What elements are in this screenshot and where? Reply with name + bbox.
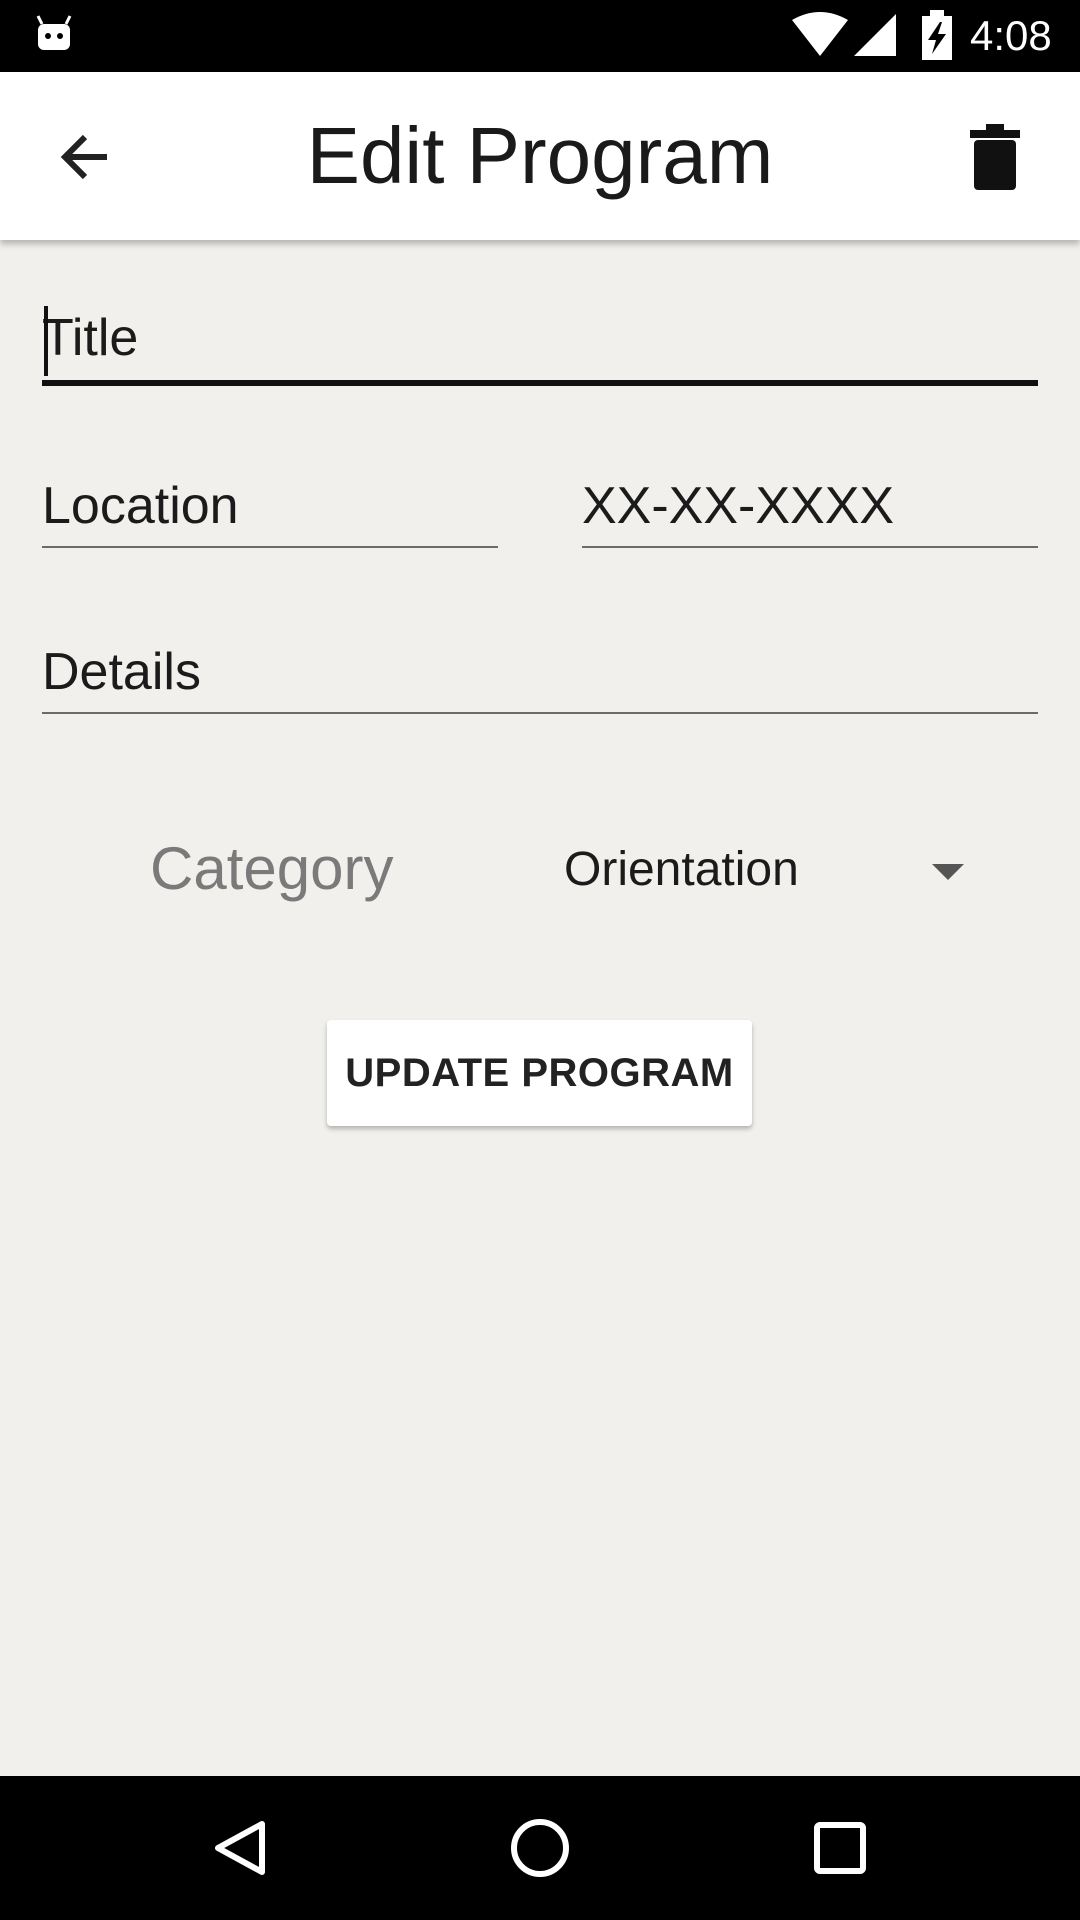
date-underline bbox=[582, 546, 1038, 548]
system-nav-bar bbox=[0, 1776, 1080, 1920]
location-underline bbox=[42, 546, 498, 548]
category-selected-value: Orientation bbox=[564, 843, 799, 896]
android-notification-icon bbox=[36, 15, 72, 50]
app-bar: Edit Program bbox=[0, 72, 1080, 240]
title-underline bbox=[42, 380, 1038, 386]
text-caret bbox=[44, 306, 48, 376]
status-bar: 4:08 bbox=[0, 0, 1080, 72]
status-clock: 4:08 bbox=[970, 12, 1052, 59]
nav-home-button[interactable] bbox=[500, 1808, 580, 1888]
title-field[interactable] bbox=[42, 298, 1038, 386]
date-field[interactable] bbox=[582, 466, 1038, 548]
recents-square-icon bbox=[814, 1822, 866, 1874]
category-dropdown[interactable]: Orientation bbox=[560, 830, 980, 910]
signal-icon bbox=[854, 14, 896, 56]
dropdown-arrow-icon bbox=[932, 864, 964, 880]
location-field[interactable] bbox=[42, 466, 498, 548]
back-triangle-icon bbox=[215, 1821, 265, 1875]
battery-charging-icon bbox=[922, 10, 952, 60]
back-button[interactable] bbox=[40, 112, 130, 202]
nav-back-button[interactable] bbox=[200, 1808, 280, 1888]
wifi-icon bbox=[792, 12, 848, 56]
location-input[interactable] bbox=[42, 466, 498, 546]
delete-button[interactable] bbox=[950, 112, 1040, 202]
home-circle-icon bbox=[511, 1819, 569, 1877]
page-title: Edit Program bbox=[306, 111, 774, 200]
trash-icon bbox=[970, 124, 1020, 190]
update-program-button[interactable]: UPDATE PROGRAM bbox=[327, 1020, 752, 1126]
details-input[interactable] bbox=[42, 632, 1038, 712]
nav-recents-button[interactable] bbox=[800, 1808, 880, 1888]
date-input[interactable] bbox=[582, 466, 1038, 546]
category-label: Category bbox=[150, 835, 394, 902]
title-input[interactable] bbox=[42, 298, 1038, 378]
details-field[interactable] bbox=[42, 632, 1038, 714]
details-underline bbox=[42, 712, 1038, 714]
arrow-back-icon bbox=[60, 134, 107, 180]
